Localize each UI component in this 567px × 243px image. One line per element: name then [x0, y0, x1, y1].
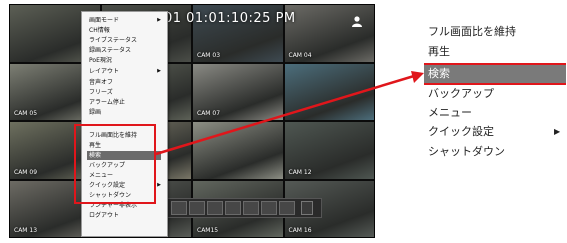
menu-item-label: 録画ステータス	[89, 47, 132, 54]
layout-9-button[interactable]	[207, 201, 223, 215]
menu-item-label: ログアウト	[89, 212, 120, 219]
dvr-live-screen[interactable]: CAM 03 CAM 04 CAM 05 CAM 07 CAM 09 CAM 12 CAM …	[9, 4, 375, 238]
submenu-arrow-icon: ▶	[157, 68, 161, 74]
live-toolbar	[164, 198, 322, 218]
menu-item[interactable]: CH情報	[89, 26, 161, 35]
zoomed-menu-item[interactable]: フル画面比を維持	[428, 23, 516, 41]
zoomed-menu-item-label: シャットダウン	[428, 145, 505, 158]
menu-item-label: アラーム停止	[89, 99, 125, 106]
zoomed-menu-item-label: クイック設定	[428, 125, 494, 138]
zoomed-menu-item-label: メニュー	[428, 106, 472, 119]
menu-item-label: フリーズ	[89, 89, 113, 96]
camera-label: CAM 16	[288, 227, 312, 234]
zoomed-menu-item-label: 再生	[428, 45, 450, 58]
menu-item-label: PoE現況	[89, 57, 112, 64]
zoomed-menu-item[interactable]: シャットダウン	[428, 143, 505, 161]
playback-button[interactable]	[261, 201, 277, 215]
search-button[interactable]	[279, 201, 295, 215]
menu-item-label: レイアウト	[89, 68, 120, 75]
menu-item[interactable]: レイアウト ▶	[89, 67, 161, 76]
zoomed-menu-item-label: バックアップ	[428, 87, 494, 100]
menu-item[interactable]: 録画	[89, 108, 161, 117]
sequence-button[interactable]	[243, 201, 259, 215]
menu-item[interactable]: 画面モード ▶	[89, 16, 161, 25]
menu-highlight-box	[74, 124, 156, 204]
menu-item[interactable]: ライブステータス	[89, 36, 161, 45]
camera-tile[interactable]: CAM 04	[284, 5, 374, 62]
camera-label: CAM 05	[14, 110, 38, 117]
camera-label: CAM15	[197, 227, 219, 234]
camera-label: CAM 09	[14, 168, 38, 176]
camera-label: CAM 12	[288, 168, 312, 176]
menu-item-label: CH情報	[89, 27, 110, 34]
menu-item-label: ライブステータス	[89, 37, 138, 44]
camera-label: CAM 13	[14, 227, 38, 234]
menu-item[interactable]: 録画ステータス	[89, 46, 161, 55]
menu-item[interactable]: ログアウト	[89, 211, 161, 220]
zoomed-menu-panel: フル画面比を維持 再生検索バックアップ メニュークイック設定 ▶ シャットダウン	[424, 22, 567, 172]
submenu-arrow-icon: ▶	[554, 127, 561, 136]
datetime-display: 5-01 01:01:10:25 PM	[150, 11, 296, 26]
menu-item-label: 画面モード	[89, 17, 120, 24]
menu-item[interactable]: 音声オフ	[89, 78, 161, 87]
menu-item[interactable]: フリーズ	[89, 88, 161, 97]
camera-label: CAM 03	[197, 51, 221, 59]
layout-16-button[interactable]	[225, 201, 241, 215]
submenu-arrow-icon: ▶	[157, 182, 161, 188]
user-icon[interactable]	[351, 15, 363, 27]
menu-item-label: 音声オフ	[89, 79, 114, 86]
layout-1-button[interactable]	[171, 201, 187, 215]
camera-label: CAM 04	[288, 51, 312, 59]
zoomed-menu-item[interactable]: クイック設定 ▶	[428, 123, 560, 141]
menu-item-label: 録画	[89, 109, 102, 116]
exit-icon[interactable]	[301, 201, 313, 215]
layout-4-button[interactable]	[189, 201, 205, 215]
camera-tile[interactable]	[193, 122, 283, 179]
zoomed-menu-item[interactable]: メニュー	[428, 104, 472, 122]
menu-item[interactable]: PoE現況	[89, 56, 161, 65]
camera-tile[interactable]: CAM 07	[193, 63, 283, 120]
zoomed-menu-item[interactable]: 再生	[428, 43, 450, 61]
menu-item[interactable]: アラーム停止	[89, 98, 161, 107]
zoomed-menu-item[interactable]: バックアップ	[428, 85, 494, 103]
camera-tile[interactable]	[284, 63, 374, 120]
submenu-arrow-icon: ▶	[157, 17, 161, 23]
camera-tile[interactable]: CAM 12	[284, 122, 374, 179]
zoomed-menu-item-label: フル画面比を維持	[428, 25, 516, 38]
zoomed-menu-item[interactable]: 検索	[424, 65, 566, 83]
camera-label: CAM 07	[197, 110, 221, 117]
zoomed-menu-item-label: 検索	[428, 67, 450, 80]
